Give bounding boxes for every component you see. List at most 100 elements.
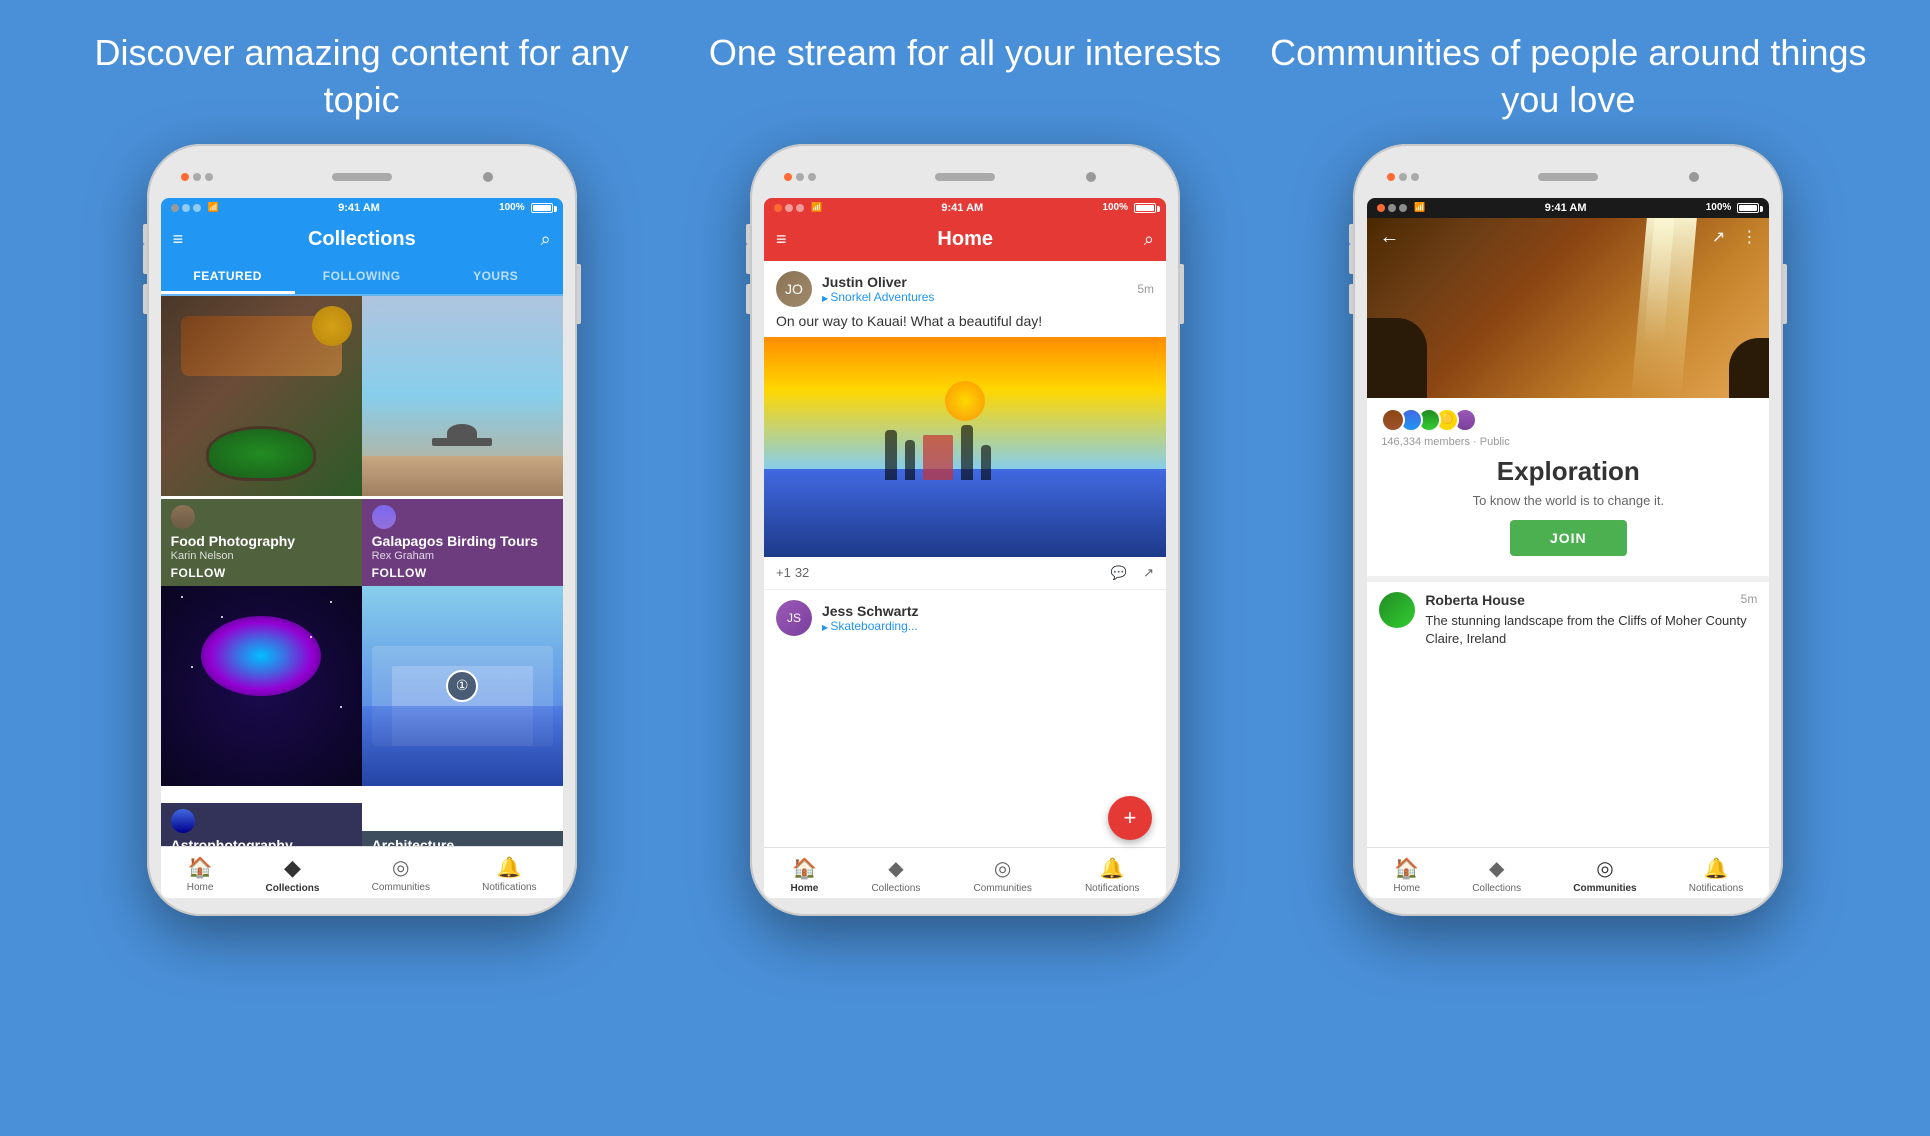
wifi-icon-2: 📶 xyxy=(811,202,822,213)
hero-more-btn[interactable]: ⋮ xyxy=(1741,227,1757,247)
food-bowl xyxy=(206,426,316,481)
bird-follow-btn[interactable]: FOLLOW xyxy=(372,566,553,580)
hero-actions: ↗ ⋮ xyxy=(1712,227,1757,247)
fab-compose-btn[interactable]: + xyxy=(1108,796,1152,840)
nav-collections-3[interactable]: ◆ Collections xyxy=(1472,856,1521,894)
phone-2-screen: 📶 9:41 AM 100% ≡ Home ⌕ xyxy=(764,198,1166,898)
nav-collections-2[interactable]: ◆ Collections xyxy=(871,856,920,894)
hero-share-btn[interactable]: ↗ xyxy=(1712,227,1725,247)
tab-featured[interactable]: FEATURED xyxy=(161,261,295,294)
headlines-row: Discover amazing content for any topic O… xyxy=(0,0,1930,144)
tab-yours[interactable]: YOURS xyxy=(429,261,563,294)
collections-grid: Food Photography Karin Nelson FOLLOW xyxy=(161,296,563,846)
food-card-title: Food Photography xyxy=(171,533,352,550)
plus-one-btn[interactable]: +1 32 xyxy=(776,565,809,580)
phone-3-status-left: 📶 xyxy=(1377,202,1425,213)
food-author-avatar xyxy=(171,505,195,529)
nav-communities-3[interactable]: ◎ Communities xyxy=(1573,856,1636,894)
food-card-author: Karin Nelson xyxy=(171,550,352,562)
dot-p2-2 xyxy=(796,173,804,181)
collections-nav-icon: ◆ xyxy=(284,855,301,881)
phone-3-time: 9:41 AM xyxy=(1545,202,1587,214)
phone-1-screen: 📶 9:41 AM 100% ≡ Collections ⌕ FEAT xyxy=(161,198,563,898)
communities-icon-2: ◎ xyxy=(994,856,1011,881)
back-btn[interactable]: ← xyxy=(1379,226,1399,249)
star-3 xyxy=(330,601,332,603)
nav-item-communities-1[interactable]: ◎ Communities xyxy=(372,855,430,894)
dot-3 xyxy=(205,173,213,181)
share-btn[interactable]: ↗ xyxy=(1143,565,1154,581)
notifications-label-3: Notifications xyxy=(1689,883,1743,894)
phone-1-bottom-nav: 🏠 Home ◆ Collections ◎ Communities 🔔 Not… xyxy=(161,846,563,898)
member-avatars-row: 🟡 xyxy=(1381,408,1755,432)
tab-following[interactable]: FOLLOWING xyxy=(295,261,429,294)
phone-3: 📶 9:41 AM 100% xyxy=(1353,144,1783,916)
nav-notifications-2[interactable]: 🔔 Notifications xyxy=(1085,856,1139,894)
phone-1: 📶 9:41 AM 100% ≡ Collections ⌕ FEAT xyxy=(147,144,577,916)
post-1-time: 5m xyxy=(1137,282,1154,296)
phone-3-top xyxy=(1367,162,1769,192)
nav-notifications-3[interactable]: 🔔 Notifications xyxy=(1689,856,1743,894)
phone-3-camera xyxy=(1689,172,1699,182)
star-5 xyxy=(191,666,193,668)
hamburger-menu-2[interactable]: ≡ xyxy=(776,229,787,250)
collection-card-arch[interactable]: ① Architecture The Great Beyond xyxy=(362,586,563,846)
communities-nav-icon: ◎ xyxy=(392,855,409,880)
space-card-info: Astrophotography Juan Manuel Fluxà xyxy=(161,803,362,846)
hero-nav: ← ↗ ⋮ xyxy=(1367,218,1769,257)
phone-vol-down-btn xyxy=(143,284,147,314)
join-button[interactable]: JOIN xyxy=(1510,520,1627,556)
hamburger-menu-icon[interactable]: ≡ xyxy=(173,229,184,250)
collections-icon-3: ◆ xyxy=(1489,856,1504,881)
search-button[interactable]: ⌕ xyxy=(541,229,551,250)
food-follow-btn[interactable]: FOLLOW xyxy=(171,566,352,580)
nav-home-3[interactable]: 🏠 Home xyxy=(1393,856,1420,894)
post-2-avatar: JS xyxy=(776,600,812,636)
bird-silhouette xyxy=(432,416,492,466)
phone-2-time: 9:41 AM xyxy=(941,202,983,214)
dot-1 xyxy=(181,173,189,181)
collections-nav-label: Collections xyxy=(266,883,320,894)
arch-reflection xyxy=(362,706,563,786)
notifications-nav-label: Notifications xyxy=(482,882,536,893)
arch-card-title: Architecture xyxy=(372,837,553,846)
phone3-vol-down xyxy=(1349,284,1353,314)
community-post-meta: Roberta House 5m The stunning landscape … xyxy=(1425,592,1757,648)
status-dot-p3-2 xyxy=(1388,204,1396,212)
collection-card-space[interactable]: Astrophotography Juan Manuel Fluxà xyxy=(161,586,362,846)
post-1-community[interactable]: Snorkel Adventures xyxy=(822,290,1127,304)
food-lemon xyxy=(312,306,352,346)
notifications-nav-icon: 🔔 xyxy=(497,855,522,880)
rock-left xyxy=(1367,318,1427,398)
battery-fill-3 xyxy=(1739,205,1757,211)
bird-author-row xyxy=(372,505,553,529)
post-1-author: Justin Oliver xyxy=(822,274,1127,290)
phone-2-speaker xyxy=(935,173,995,181)
post-1-image xyxy=(764,337,1166,557)
bird-card-title: Galapagos Birding Tours xyxy=(372,533,553,550)
nav-communities-2[interactable]: ◎ Communities xyxy=(973,856,1031,894)
phone3-vol-up xyxy=(1349,244,1353,274)
phone2-vol-up xyxy=(746,244,750,274)
status-dot-2 xyxy=(182,204,190,212)
communities-label-3: Communities xyxy=(1573,883,1636,894)
post-2-community[interactable]: Skateboarding... xyxy=(822,619,1154,633)
community-post-avatar xyxy=(1379,592,1415,628)
nav-home-2[interactable]: 🏠 Home xyxy=(791,856,819,894)
battery-fill-1 xyxy=(533,205,551,211)
comment-btn[interactable]: 💬 xyxy=(1111,565,1127,581)
collection-card-bird[interactable]: Galapagos Birding Tours Rex Graham FOLLO… xyxy=(362,296,563,586)
comment-icon: 💬 xyxy=(1111,565,1127,581)
search-btn-2[interactable]: ⌕ xyxy=(1144,229,1154,250)
phone-2-bottom-nav: 🏠 Home ◆ Collections ◎ Communities 🔔 Not… xyxy=(764,847,1166,898)
nav-item-collections-1[interactable]: ◆ Collections xyxy=(266,855,320,894)
notifications-label-2: Notifications xyxy=(1085,883,1139,894)
post-1-header: JO Justin Oliver Snorkel Adventures 5m xyxy=(764,261,1166,313)
nav-item-home-1[interactable]: 🏠 Home xyxy=(187,855,214,894)
nav-item-notifications-1[interactable]: 🔔 Notifications xyxy=(482,855,536,894)
community-post-author: Roberta House xyxy=(1425,592,1525,608)
member-avatars: 🟡 xyxy=(1381,408,1477,432)
status-dot-p3-1 xyxy=(1377,204,1385,212)
collection-card-food[interactable]: Food Photography Karin Nelson FOLLOW xyxy=(161,296,362,586)
phone3-power-btn xyxy=(1783,264,1787,324)
